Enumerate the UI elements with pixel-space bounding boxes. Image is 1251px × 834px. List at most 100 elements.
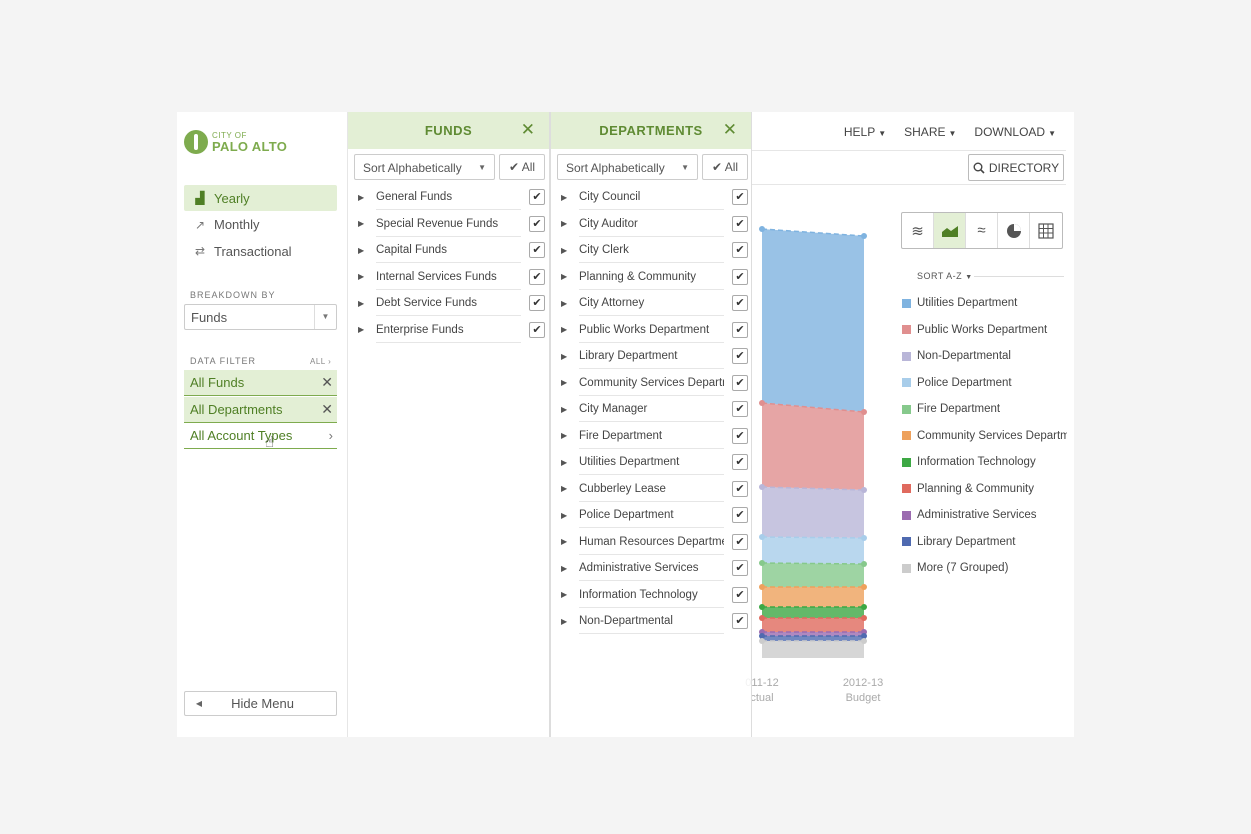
data-point[interactable] xyxy=(759,584,765,590)
departments-row[interactable]: ▶ Public Works Department ✔ xyxy=(557,317,748,344)
directory-button[interactable]: DIRECTORY xyxy=(968,154,1064,181)
legend-item[interactable]: Information Technology xyxy=(902,449,1067,476)
legend-item[interactable]: Public Works Department xyxy=(902,317,1067,344)
checkbox[interactable]: ✔ xyxy=(732,507,748,523)
area-series-5[interactable] xyxy=(762,587,864,607)
line-chart-icon[interactable]: ≈ xyxy=(966,213,998,248)
legend-item[interactable]: Fire Department xyxy=(902,396,1067,423)
funds-sort-select[interactable]: Sort Alphabetically ▼ xyxy=(354,154,495,180)
expand-triangle-icon[interactable]: ▶ xyxy=(354,272,376,281)
legend-item[interactable]: Library Department xyxy=(902,529,1067,556)
funds-row[interactable]: ▶ Internal Services Funds ✔ xyxy=(354,264,545,291)
legend-item[interactable]: Non-Departmental xyxy=(902,343,1067,370)
checkbox[interactable]: ✔ xyxy=(529,215,545,232)
checkbox[interactable]: ✔ xyxy=(732,189,748,205)
funds-row[interactable]: ▶ General Funds ✔ xyxy=(354,184,545,211)
data-point[interactable] xyxy=(759,484,765,490)
departments-select-all-button[interactable]: ✔ All xyxy=(702,154,748,180)
city-logo[interactable]: CITY OF PALO ALTO xyxy=(184,130,287,154)
departments-row[interactable]: ▶ City Council ✔ xyxy=(557,184,748,211)
help-menu[interactable]: HELP ▼ xyxy=(844,125,886,139)
expand-triangle-icon[interactable]: ▶ xyxy=(557,378,579,387)
data-point[interactable] xyxy=(759,534,765,540)
data-point[interactable] xyxy=(861,561,867,567)
nav-item-transactional[interactable]: ⇄ Transactional xyxy=(184,238,337,264)
departments-row[interactable]: ▶ Information Technology ✔ xyxy=(557,582,748,609)
data-point[interactable] xyxy=(759,226,765,232)
departments-row[interactable]: ▶ Administrative Services ✔ xyxy=(557,555,748,582)
expand-triangle-icon[interactable]: ▶ xyxy=(557,431,579,440)
close-icon[interactable]: ✕ xyxy=(321,374,333,391)
departments-row[interactable]: ▶ Human Resources Department ✔ xyxy=(557,529,748,556)
checkbox[interactable]: ✔ xyxy=(732,215,748,232)
checkbox[interactable]: ✔ xyxy=(732,427,748,444)
data-point[interactable] xyxy=(861,487,867,493)
sort-az-dropdown[interactable]: SORT A-Z ▼ xyxy=(917,271,973,281)
departments-row[interactable]: ▶ City Attorney ✔ xyxy=(557,290,748,317)
close-icon[interactable]: ✕ xyxy=(521,120,535,140)
checkbox[interactable]: ✔ xyxy=(529,189,545,205)
filter-all-account-types[interactable]: All Account Types › xyxy=(184,423,337,449)
legend-item[interactable]: Planning & Community xyxy=(902,476,1067,503)
expand-triangle-icon[interactable]: ▶ xyxy=(557,352,579,361)
data-point[interactable] xyxy=(759,560,765,566)
expand-triangle-icon[interactable]: ▶ xyxy=(557,246,579,255)
nav-item-monthly[interactable]: ↗ Monthly xyxy=(184,212,337,238)
area-series-0[interactable] xyxy=(762,229,864,412)
checkbox[interactable]: ✔ xyxy=(529,295,545,311)
all-filters-link[interactable]: ALL › xyxy=(310,357,331,366)
area-series-3[interactable] xyxy=(762,537,864,564)
expand-triangle-icon[interactable]: ▶ xyxy=(557,590,579,599)
expand-triangle-icon[interactable]: ▶ xyxy=(557,272,579,281)
data-point[interactable] xyxy=(861,233,867,239)
expand-triangle-icon[interactable]: ▶ xyxy=(354,299,376,308)
data-point[interactable] xyxy=(861,409,867,415)
funds-row[interactable]: ▶ Enterprise Funds ✔ xyxy=(354,317,545,344)
checkbox[interactable]: ✔ xyxy=(732,533,748,550)
departments-row[interactable]: ▶ Fire Department ✔ xyxy=(557,423,748,450)
checkbox[interactable]: ✔ xyxy=(732,295,748,311)
nav-item-yearly[interactable]: ▟ Yearly xyxy=(184,185,337,211)
share-menu[interactable]: SHARE ▼ xyxy=(904,125,956,139)
filter-all-departments[interactable]: All Departments ✕ xyxy=(184,396,337,423)
departments-row[interactable]: ▶ City Clerk ✔ xyxy=(557,237,748,264)
data-point[interactable] xyxy=(861,638,867,644)
data-point[interactable] xyxy=(759,400,765,406)
area-chart-icon[interactable] xyxy=(934,213,966,248)
checkbox[interactable]: ✔ xyxy=(732,348,748,364)
download-menu[interactable]: DOWNLOAD ▼ xyxy=(974,125,1056,139)
expand-triangle-icon[interactable]: ▶ xyxy=(557,193,579,202)
area-series-7[interactable] xyxy=(762,618,864,632)
expand-triangle-icon[interactable]: ▶ xyxy=(557,511,579,520)
area-series-1[interactable] xyxy=(762,403,864,490)
stacked-lines-icon[interactable]: ≋ xyxy=(902,213,934,248)
funds-row[interactable]: ▶ Debt Service Funds ✔ xyxy=(354,290,545,317)
legend-item[interactable]: More (7 Grouped) xyxy=(902,555,1067,582)
expand-triangle-icon[interactable]: ▶ xyxy=(557,325,579,334)
departments-row[interactable]: ▶ City Auditor ✔ xyxy=(557,211,748,238)
departments-row[interactable]: ▶ Cubberley Lease ✔ xyxy=(557,476,748,503)
funds-row[interactable]: ▶ Capital Funds ✔ xyxy=(354,237,545,264)
expand-triangle-icon[interactable]: ▶ xyxy=(557,537,579,546)
pie-chart-icon[interactable] xyxy=(998,213,1030,248)
expand-triangle-icon[interactable]: ▶ xyxy=(557,484,579,493)
checkbox[interactable]: ✔ xyxy=(529,321,545,338)
expand-triangle-icon[interactable]: ▶ xyxy=(354,193,376,202)
expand-triangle-icon[interactable]: ▶ xyxy=(557,219,579,228)
data-point[interactable] xyxy=(759,638,765,644)
checkbox[interactable]: ✔ xyxy=(732,268,748,285)
expand-triangle-icon[interactable]: ▶ xyxy=(557,299,579,308)
area-series-10[interactable] xyxy=(762,641,864,658)
data-point[interactable] xyxy=(861,535,867,541)
data-point[interactable] xyxy=(861,615,867,621)
expand-triangle-icon[interactable]: ▶ xyxy=(354,219,376,228)
expand-triangle-icon[interactable]: ▶ xyxy=(557,458,579,467)
checkbox[interactable]: ✔ xyxy=(732,560,748,576)
checkbox[interactable]: ✔ xyxy=(732,401,748,417)
area-series-2[interactable] xyxy=(762,487,864,538)
data-point[interactable] xyxy=(861,604,867,610)
departments-row[interactable]: ▶ Utilities Department ✔ xyxy=(557,449,748,476)
hide-menu-button[interactable]: ◀ Hide Menu xyxy=(184,691,337,716)
legend-item[interactable]: Administrative Services xyxy=(902,502,1067,529)
data-point[interactable] xyxy=(759,604,765,610)
